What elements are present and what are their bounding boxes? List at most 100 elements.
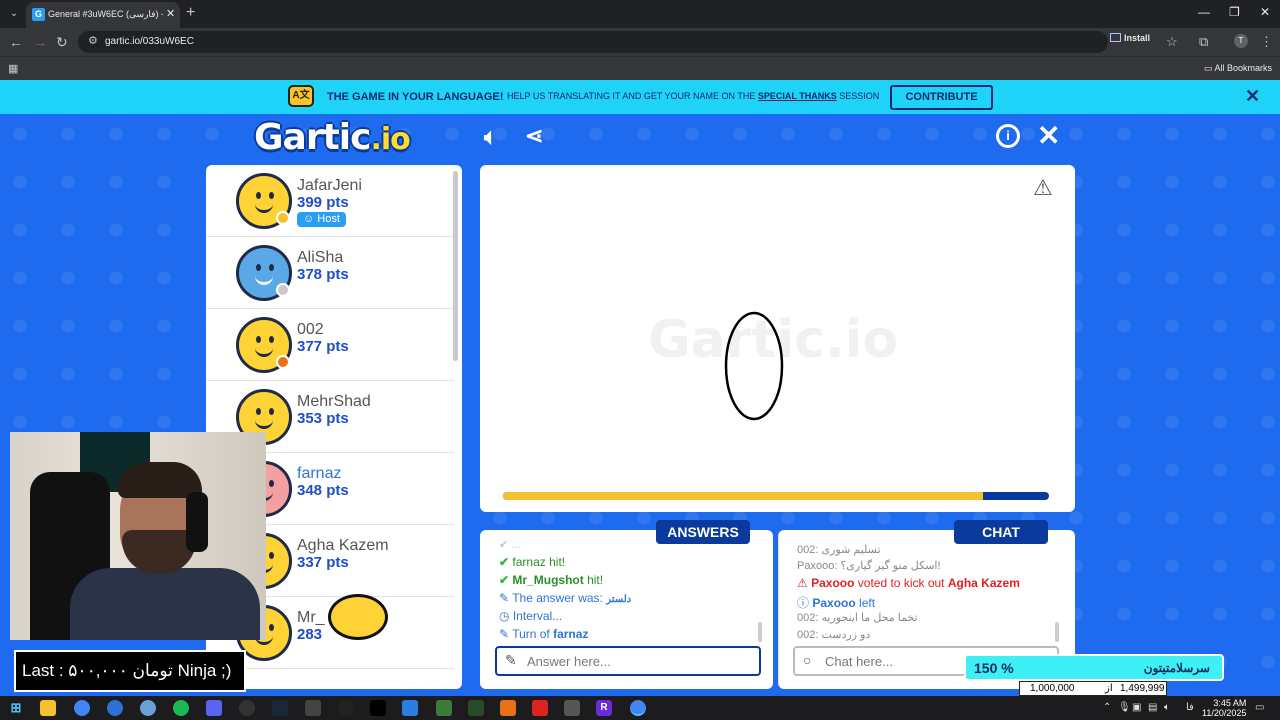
answer-input[interactable] [527,652,737,670]
answer-message: ✎ The answer was: دلستر [499,591,631,605]
player-row[interactable]: AliSha 378 pts [206,237,454,309]
special-thanks-link[interactable]: SPECIAL THANKS [758,91,837,101]
player-name: Agha Kazem [297,537,389,554]
app-icon-3[interactable] [338,700,354,716]
app-icon-2[interactable] [305,700,321,716]
report-warning-icon[interactable]: ⚠ [1033,175,1053,201]
donation-current: 1,000,000 [1030,683,1075,694]
chat-message: Paxooo: اسکل منو گیر گیاری؟! [797,560,941,572]
browser-menu-icon[interactable]: ⋮ [1260,34,1273,50]
player-row[interactable]: JafarJeni 399 pts ☺ Host [206,165,454,237]
apps-grid-icon[interactable]: ▦ [8,62,18,75]
profile-avatar[interactable]: T [1234,34,1248,48]
browser-tab[interactable]: G General #3uW6EC (فارسی) - Gar ✕ [26,2,180,28]
app-icon[interactable] [140,700,156,716]
site-info-icon[interactable]: ⚙ [88,34,98,47]
player-name: farnaz [297,465,342,482]
network-icon[interactable]: ▤ [1148,702,1157,713]
tab-close-icon[interactable]: ✕ [166,7,175,20]
reload-icon[interactable]: ↻ [56,34,68,51]
browser-icon[interactable] [107,700,123,716]
message-text: Turn of [512,627,554,641]
steam-icon[interactable] [272,700,288,716]
clock-time: 3:45 AM [1213,698,1247,708]
chat-message: 002: تخما محل ما اینجوریه [797,612,918,624]
exit-icon[interactable]: ✕ [1037,119,1060,152]
spotify-icon[interactable] [173,700,189,716]
pencil-icon: ✎ [499,591,510,605]
minecraft-icon[interactable] [436,700,452,716]
check-icon: ✔ [499,555,510,569]
search-icon: ○ [803,652,812,668]
message-text: hit! [545,555,566,569]
answers-scrollbar[interactable] [758,622,762,642]
webcam-overlay [10,432,266,640]
tray-chevron-icon[interactable]: ⌃ [1103,702,1111,713]
check-icon: ✔ [499,573,510,587]
app-icon-6[interactable] [500,700,516,716]
extensions-icon[interactable]: ⧉ [1199,34,1208,50]
language-indicator[interactable]: فا [1186,702,1194,713]
all-bookmarks-button[interactable]: ▭ All Bookmarks [1204,63,1272,74]
tab-strip: ⌄ G General #3uW6EC (فارسی) - Gar ✕ + — … [0,0,1280,28]
app-icon-8[interactable] [564,700,580,716]
answers-panel: ✔ ... ✔ farnaz hit! ✔ Mr_Mugshot hit! ✎ … [480,530,773,689]
minimize-icon[interactable]: — [1198,5,1210,19]
sound-icon[interactable]: 🔈︎ [484,124,497,150]
player-points: 378 pts [297,266,349,283]
restore-icon[interactable]: ❐ [1229,5,1240,19]
chrome-icon[interactable] [74,700,90,716]
file-explorer-icon[interactable] [40,700,56,716]
app-icon-7[interactable] [532,700,548,716]
banner-close-icon[interactable]: ✕ [1245,86,1260,107]
message-text: Interval... [512,609,563,623]
info-icon[interactable]: i [996,124,1020,148]
window-close-icon[interactable]: ✕ [1260,5,1270,19]
mic-icon[interactable]: 🎙︎ [1118,702,1131,713]
player-points: 377 pts [297,338,349,355]
tab-search-icon[interactable]: ⌄ [6,6,22,22]
player-row[interactable]: 002 377 pts [206,309,454,381]
chat-scrollbar[interactable] [1055,622,1059,642]
player-points: 399 pts [297,194,349,211]
status-dot [276,355,290,369]
info-circle-icon: ⓘ [797,596,810,610]
player-name: MehrShad [297,393,371,410]
bookmark-star-icon[interactable]: ☆ [1166,34,1178,50]
app-icon-9[interactable]: R [596,700,612,716]
message-user: Mr_Mugshot [512,573,584,587]
message-user: farnaz [512,555,546,569]
start-icon[interactable]: ⊞ [8,700,24,716]
discord-icon[interactable] [206,700,222,716]
players-scrollbar[interactable] [453,171,458,361]
bee-sticker: x7.0 [322,588,394,661]
notifications-icon[interactable]: ▭ [1255,702,1264,713]
pencil-icon: ✎ [499,627,510,641]
answer-field[interactable]: ✎ [495,646,761,676]
chat-user: 002 [797,612,816,624]
tray-app-icon[interactable]: ▣ [1132,702,1141,713]
timer-fill [503,492,984,500]
drawing-canvas[interactable]: Gartic.io ⚠ [480,165,1075,512]
obs-icon[interactable] [239,700,255,716]
gartic-logo[interactable]: Gartic.io [254,117,411,158]
chrome-active-icon[interactable] [630,700,646,716]
drawn-oval [724,311,784,421]
message-text: The answer was: [512,591,607,605]
pencil-icon: ✎ [505,652,517,668]
install-app-button[interactable]: Install [1110,33,1156,51]
app-icon-4[interactable] [402,700,418,716]
banner-message: HELP US TRANSLATING IT AND GET YOUR NAME… [507,91,879,101]
new-tab-button[interactable]: + [186,4,195,22]
bookmarks-bar: ▦ ▭ All Bookmarks [0,56,1280,80]
player-points: 353 pts [297,410,349,427]
share-icon[interactable]: ⋖ [525,123,543,149]
volume-icon[interactable]: 🔈︎ [1164,702,1170,713]
contribute-button[interactable]: CONTRIBUTE [890,85,993,110]
back-icon[interactable]: ← [9,34,23,50]
app-icon-5[interactable] [468,700,484,716]
forward-icon[interactable]: → [33,34,47,50]
capcut-icon[interactable] [370,700,386,716]
taskbar-clock[interactable]: 3:45 AM 11/20/2025 [1202,698,1246,718]
address-bar[interactable]: ⚙ gartic.io/033uW6EC [78,31,1108,53]
